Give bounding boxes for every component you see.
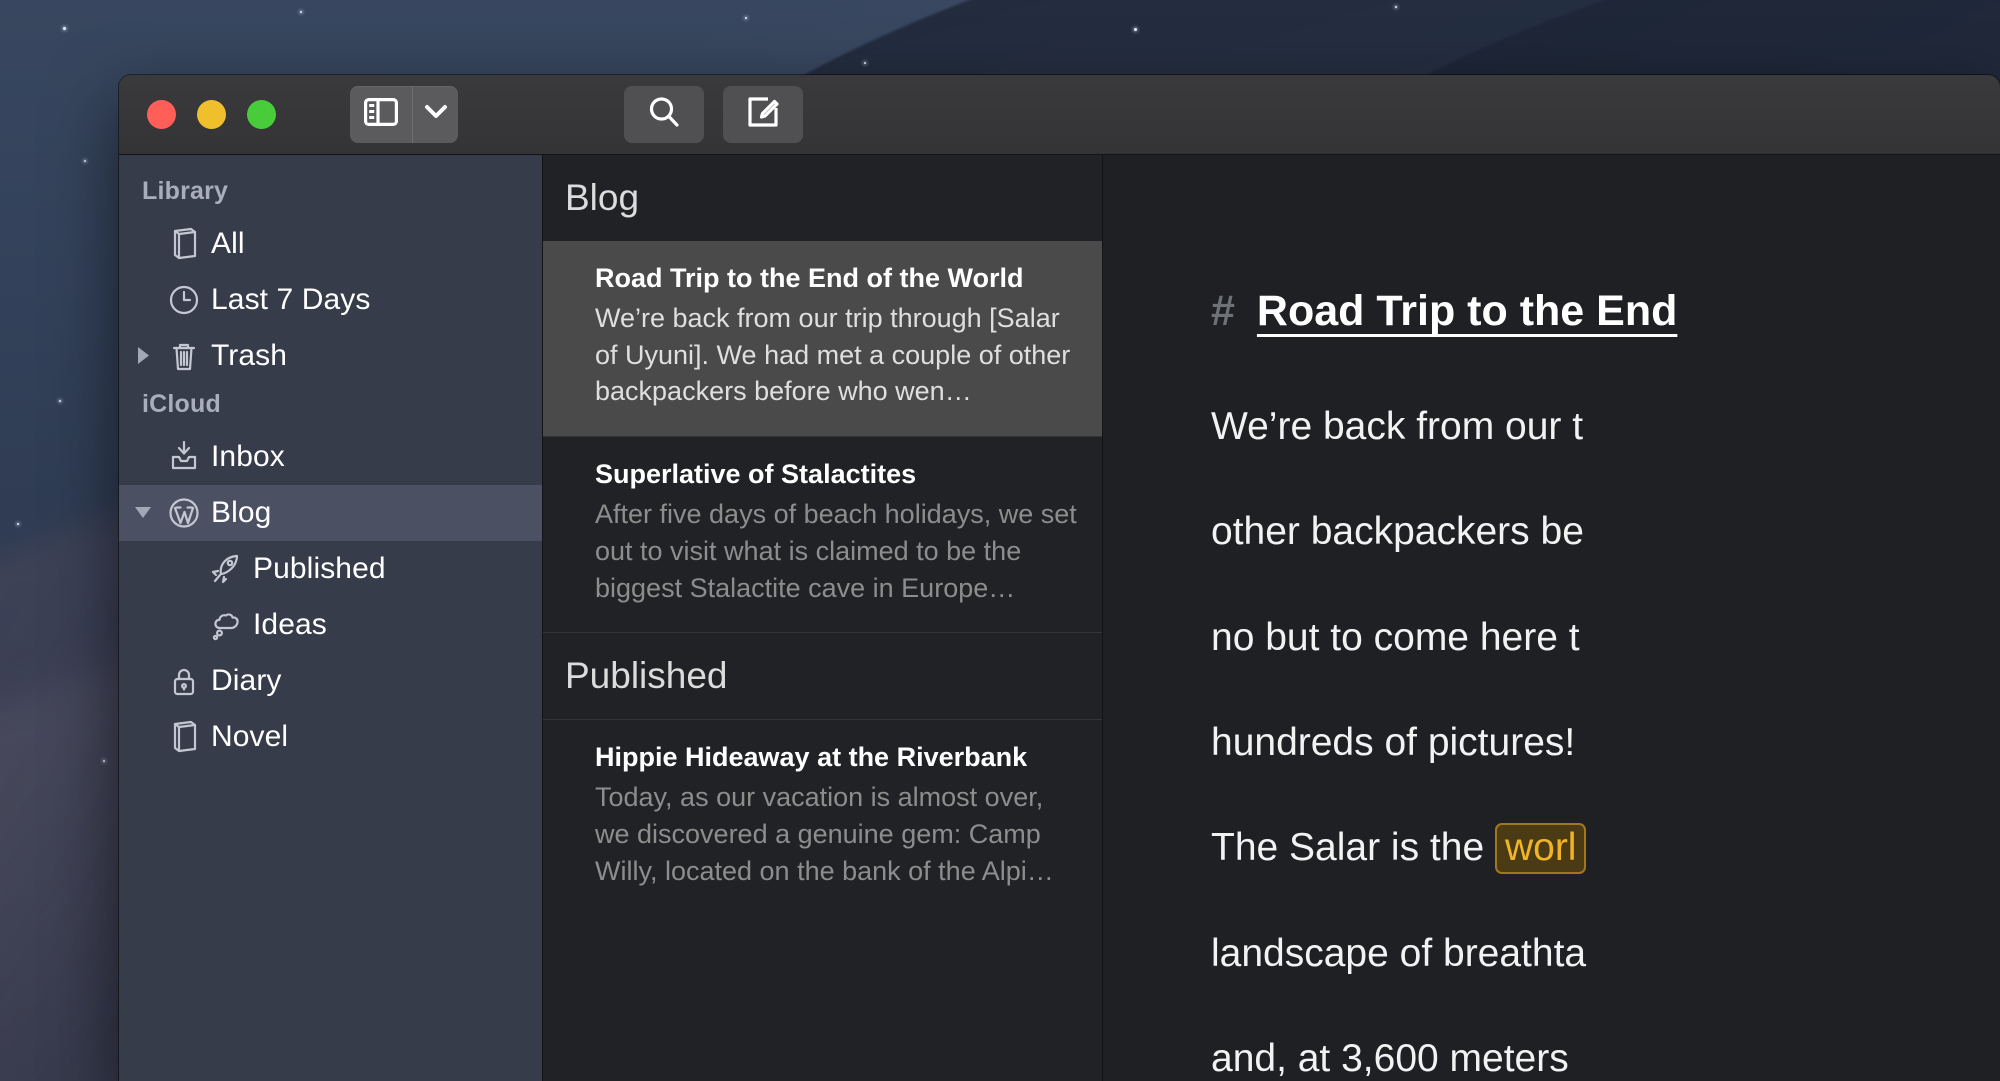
sidebar-item-diary[interactable]: Diary [119,653,542,709]
note-group-header: Published [543,633,1102,719]
note-list-header: Blog [543,155,1102,241]
sidebar-item-label: Blog [211,496,271,530]
window-body: Library All Last 7 Days Trash iCloud Inbox Blo… [119,155,2000,1081]
sidebar: Library All Last 7 Days Trash iCloud Inbox Blo… [119,155,543,1081]
note-list-item[interactable]: Superlative of Stalactites After five day… [543,437,1102,632]
toolbar-actions [624,86,803,143]
note-preview: After five days of beach holidays, we se… [595,496,1080,606]
note-list-item[interactable]: Road Trip to the End of the World We’re b… [543,241,1102,436]
sidebar-item-label: Diary [211,664,282,698]
rocket-icon [199,550,253,588]
sidebar-item-label: All [211,227,245,261]
sidebar-item-last-7-days[interactable]: Last 7 Days [119,272,542,328]
inbox-icon [157,438,211,476]
wordpress-icon [157,494,211,532]
sidebar-item-inbox[interactable]: Inbox [119,429,542,485]
cloud-icon [199,606,253,644]
sidebar-toggle-button[interactable] [350,86,412,143]
sidebar-item-trash[interactable]: Trash [119,328,542,384]
sidebar-item-label: Ideas [253,608,327,642]
sidebar-item-label: Last 7 Days [211,283,371,317]
note-list-item[interactable]: Hippie Hideaway at the Riverbank Today, a… [543,720,1102,915]
lock-icon [157,662,211,700]
sidebar-options-button[interactable] [412,86,458,143]
disclosure-triangle-icon[interactable] [129,501,157,525]
window-titlebar [119,75,2000,155]
sidebar-toggle-group [350,86,458,143]
editor-pane[interactable]: # Road Trip to the End We’re back from o… [1103,155,2000,1081]
editor-heading-text: Road Trip to the End [1257,287,1677,336]
search-icon [647,95,681,134]
sidebar-item-novel[interactable]: Novel [119,709,542,765]
sidebar-item-label: Novel [211,720,288,754]
editor-paragraph: other backpackers be [1211,503,2000,560]
close-button[interactable] [147,100,176,129]
clock-icon [157,281,211,319]
note-title: Hippie Hideaway at the Riverbank [595,742,1080,773]
editor-paragraph-highlighted: The Salar is the worl [1211,819,2000,876]
editor-paragraph: landscape of breathta [1211,925,2000,982]
heading-marker-icon: # [1211,287,1235,336]
note-preview: We’re back from our trip through [Salar … [595,300,1080,410]
sidebar-item-label: Published [253,552,386,586]
chevron-down-icon [424,104,448,125]
editor-body: We’re back from our t other backpackers b… [1211,398,2000,1081]
note-title: Road Trip to the End of the World [595,263,1080,294]
note-group-title: Published [565,655,728,697]
compose-button[interactable] [723,86,803,143]
editor-paragraph: We’re back from our t [1211,398,2000,455]
sidebar-item-label: Inbox [211,440,285,474]
sidebar-item-blog[interactable]: Blog [119,485,542,541]
note-list-title: Blog [565,177,639,219]
note-title: Superlative of Stalactites [595,459,1080,490]
minimize-button[interactable] [197,100,226,129]
paragraph-text-before: The Salar is the [1211,826,1495,869]
app-window: Library All Last 7 Days Trash iCloud Inbox Blo… [119,75,2000,1081]
note-list-body: Road Trip to the End of the World We’re b… [543,241,1102,915]
compose-icon [746,95,780,134]
disclosure-triangle-icon[interactable] [129,344,157,368]
editor-heading: # Road Trip to the End [1211,287,2000,336]
book-icon [157,225,211,263]
zoom-button[interactable] [247,100,276,129]
sidebar-toggle-icon [364,98,398,131]
trash-icon [157,337,211,375]
sidebar-item-all[interactable]: All [119,216,542,272]
editor-paragraph: hundreds of pictures! [1211,714,2000,771]
sidebar-item-published[interactable]: Published [119,541,542,597]
editor-paragraph: no but to come here t [1211,609,2000,666]
note-preview: Today, as our vacation is almost over, w… [595,779,1080,889]
editor-paragraph: and, at 3,600 meters [1211,1030,2000,1081]
inline-highlight[interactable]: worl [1495,823,1587,874]
search-button[interactable] [624,86,704,143]
sidebar-item-ideas[interactable]: Ideas [119,597,542,653]
traffic-light-group [147,100,276,129]
book-icon [157,718,211,756]
sidebar-section-header: iCloud [119,384,542,429]
sidebar-item-label: Trash [211,339,287,373]
note-list-pane: Blog Road Trip to the End of the World We… [543,155,1103,1081]
sidebar-section-header: Library [119,171,542,216]
